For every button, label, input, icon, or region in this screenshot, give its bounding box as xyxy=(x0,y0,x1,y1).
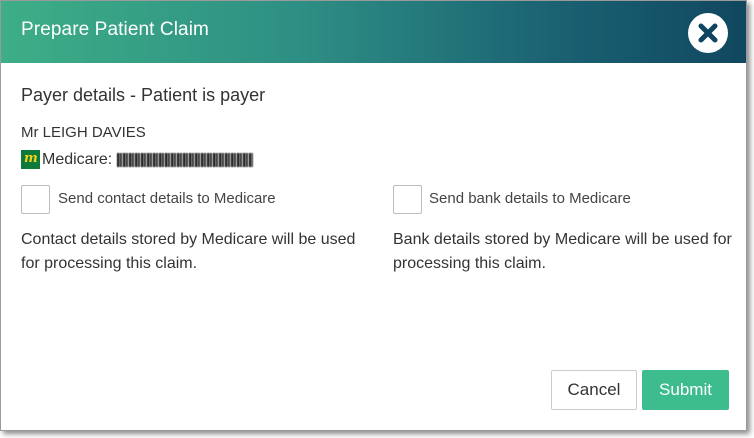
medicare-logo-icon: m xyxy=(21,150,40,169)
medicare-row: m Medicare: xyxy=(21,149,254,170)
patient-name: Mr LEIGH DAVIES xyxy=(21,124,146,141)
medicare-label: Medicare: xyxy=(42,150,113,168)
payer-details-heading: Payer details - Patient is payer xyxy=(21,85,266,105)
submit-button[interactable]: Submit xyxy=(642,370,729,410)
bank-details-description: Bank details stored by Medicare will be … xyxy=(393,231,732,272)
send-contact-details-label[interactable]: Send contact details to Medicare xyxy=(58,190,276,207)
dialog-header: Prepare Patient Claim xyxy=(1,1,746,63)
send-bank-details-checkbox[interactable] xyxy=(393,185,422,214)
dialog-title: Prepare Patient Claim xyxy=(21,19,209,40)
prepare-claim-dialog: Prepare Patient Claim Payer details - Pa… xyxy=(0,0,747,431)
contact-details-description: Contact details stored by Medicare will … xyxy=(21,231,356,272)
close-button[interactable] xyxy=(688,13,728,53)
medicare-number-obscured xyxy=(117,152,254,167)
close-icon xyxy=(698,23,718,43)
cancel-button[interactable]: Cancel xyxy=(551,370,637,410)
send-bank-details-label[interactable]: Send bank details to Medicare xyxy=(429,190,631,207)
send-contact-details-checkbox[interactable] xyxy=(21,185,50,214)
